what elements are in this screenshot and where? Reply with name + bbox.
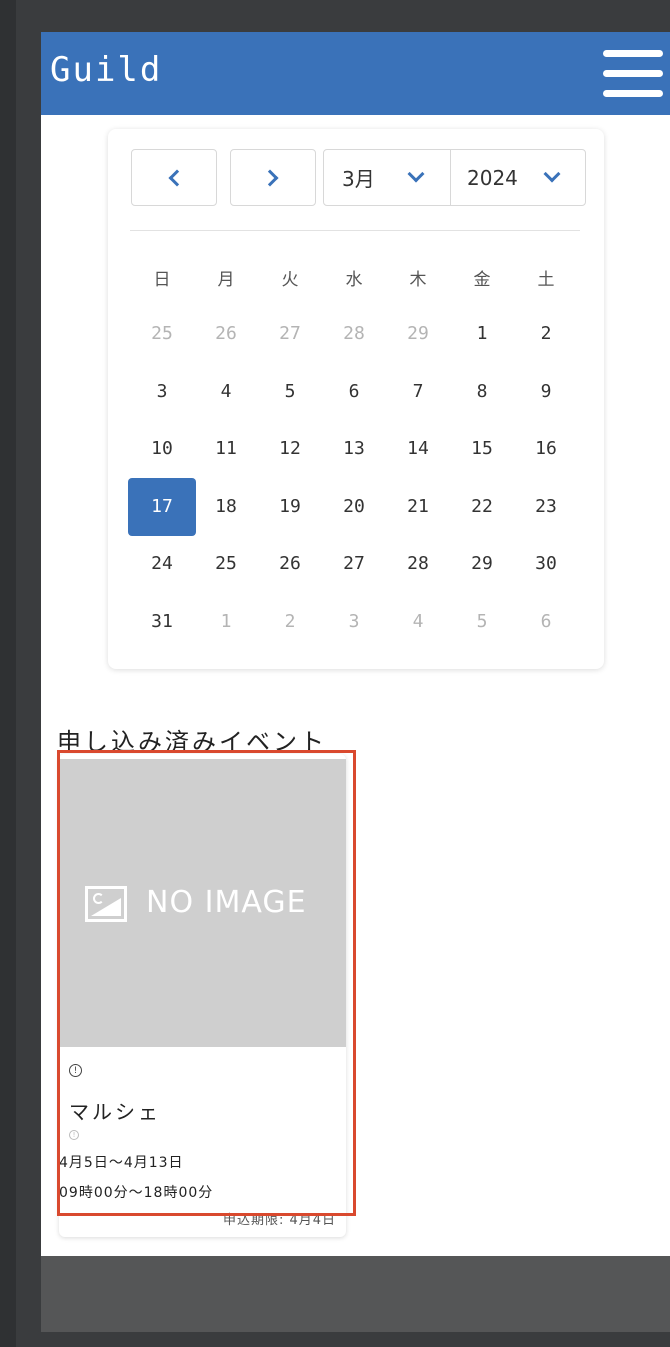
calendar-day[interactable]: 2 [514,305,578,363]
calendar-day[interactable]: 29 [450,535,514,593]
app-viewport: Guild 3月 2024 日月火水木金土 25 26 27 28 29 1 2 3 [41,32,670,1332]
weekday-label: 水 [345,269,363,290]
event-time-range: 09時00分～18時00分 [59,1185,214,1201]
calendar-day[interactable]: 18 [194,478,258,536]
info-icon: ! [69,1130,79,1140]
calendar-day[interactable]: 5 [450,593,514,651]
weekday-label: 月 [217,269,235,290]
calendar-day[interactable]: 13 [322,420,386,478]
calendar-day[interactable]: 6 [514,593,578,651]
calendar-day[interactable]: 14 [386,420,450,478]
year-select[interactable]: 2024 [450,149,586,206]
weekday-label: 木 [409,269,427,290]
event-deadline: 申込期限: 4月4日 [222,1213,336,1228]
weekday-label: 金 [473,269,491,290]
calendar-day[interactable]: 25 [194,535,258,593]
chevron-right-icon [261,169,279,186]
calendar-day[interactable]: 19 [258,478,322,536]
next-month-button[interactable] [230,149,316,206]
calendar-day[interactable]: 4 [386,593,450,651]
calendar-day[interactable]: 26 [194,305,258,363]
prev-month-button[interactable] [131,149,217,206]
calendar-day[interactable]: 10 [130,420,194,478]
calendar-day[interactable]: 27 [258,305,322,363]
image-icon [85,886,127,922]
calendar-day[interactable]: 6 [322,363,386,421]
calendar-day[interactable]: 2 [258,593,322,651]
event-date-range: 4月5日～4月13日 [59,1155,184,1171]
calendar-day[interactable]: 12 [258,420,322,478]
event-image-placeholder: NO IMAGE [59,759,346,1047]
calendar-day[interactable]: 7 [386,363,450,421]
month-select-value: 3月 [342,167,375,191]
calendar-day[interactable]: 27 [322,535,386,593]
calendar-week-row: 10 11 12 13 14 15 16 [130,420,578,478]
calendar-week-row: 17 18 19 20 21 22 23 [128,477,578,536]
calendar-day[interactable]: 22 [450,478,514,536]
calendar-day[interactable]: 25 [130,305,194,363]
year-select-value: 2024 [467,165,518,190]
event-card[interactable]: NO IMAGE ! マルシェ ! 4月5日～4月13日 09時00分～18時0… [59,754,346,1237]
month-select[interactable]: 3月 [323,149,451,206]
calendar-day[interactable]: 23 [514,478,578,536]
calendar-day[interactable]: 24 [130,535,194,593]
calendar-day[interactable]: 4 [194,363,258,421]
calendar-day[interactable]: 15 [450,420,514,478]
chevron-down-icon [543,165,561,183]
hamburger-menu-icon[interactable] [603,46,663,102]
calendar-day[interactable]: 26 [258,535,322,593]
calendar-day[interactable]: 29 [386,305,450,363]
calendar-day[interactable]: 3 [130,363,194,421]
calendar-day[interactable]: 28 [386,535,450,593]
no-image-label: NO IMAGE [146,885,307,920]
section-title: 申し込み済みイベント [57,728,327,756]
calendar-day[interactable]: 1 [194,593,258,651]
event-title: マルシェ [69,1100,161,1124]
window-gutter [16,32,41,1347]
app-footer [41,1256,670,1332]
calendar-week-row: 31 1 2 3 4 5 6 [130,593,578,651]
chevron-left-icon [168,169,186,186]
calendar-day[interactable]: 3 [322,593,386,651]
weekday-label: 日 [153,269,171,290]
weekday-label: 火 [281,269,299,290]
calendar-day[interactable]: 28 [322,305,386,363]
brand-title[interactable]: Guild [50,50,162,90]
calendar-day[interactable]: 1 [450,305,514,363]
calendar-day[interactable]: 9 [514,363,578,421]
calendar-day[interactable]: 11 [194,420,258,478]
calendar-day[interactable]: 21 [386,478,450,536]
window-border-left [0,0,16,1347]
calendar-day[interactable]: 5 [258,363,322,421]
month-year-selectors: 3月 2024 [323,149,586,206]
calendar-day[interactable]: 8 [450,363,514,421]
calendar-grid: 日月火水木金土 25 26 27 28 29 1 2 3 4 5 6 7 8 9 10 11 12 13 14 15 1… [128,249,578,651]
calendar-day-selected[interactable]: 17 [128,477,196,536]
window-border-top [16,0,670,32]
calendar-week-row: 24 25 26 27 28 29 30 [130,535,578,593]
calendar-week-row: 25 26 27 28 29 1 2 [130,305,578,363]
calendar-card: 3月 2024 日月火水木金土 25 26 27 28 29 1 2 3 4 5 6 7 8 9 10 11 1… [108,129,604,669]
weekday-label: 土 [537,269,555,290]
calendar-day[interactable]: 30 [514,535,578,593]
calendar-week-row: 3456789 [130,363,578,421]
app-header: Guild [41,32,670,115]
weekday-header-row: 日月火水木金土 [130,249,578,305]
calendar-day[interactable]: 31 [130,593,194,651]
calendar-day[interactable]: 16 [514,420,578,478]
calendar-divider [130,230,580,231]
chevron-down-icon [407,165,425,183]
info-icon: ! [69,1064,82,1077]
calendar-day[interactable]: 20 [322,478,386,536]
